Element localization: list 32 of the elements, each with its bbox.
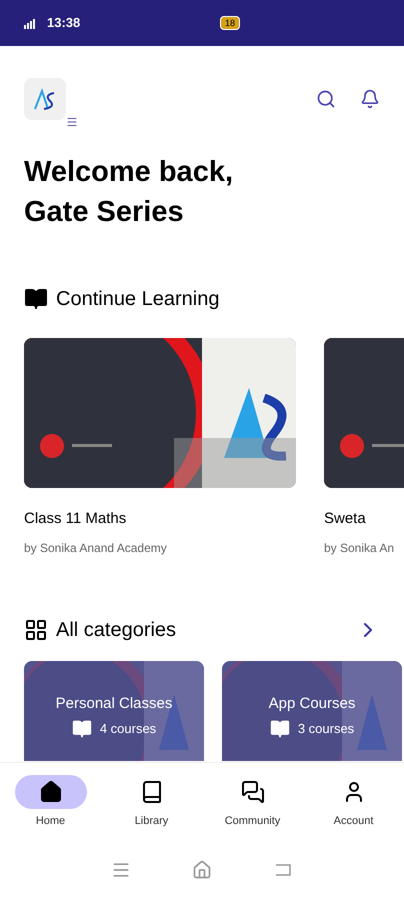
category-name: App Courses bbox=[268, 694, 356, 714]
section-title: Continue Learning bbox=[56, 287, 220, 312]
grid-icon bbox=[24, 618, 48, 642]
book-icon bbox=[270, 719, 290, 739]
search-icon[interactable] bbox=[316, 89, 336, 109]
course-author: by Sonika An bbox=[324, 540, 396, 556]
nav-tab[interactable]: Community bbox=[202, 775, 303, 840]
nav-tab[interactable]: Account bbox=[303, 775, 404, 840]
book-icon bbox=[72, 719, 92, 739]
nav-tab[interactable]: Home bbox=[0, 775, 101, 840]
home-icon bbox=[38, 780, 62, 804]
welcome-heading: Welcome back, bbox=[24, 155, 234, 190]
notification-icon[interactable] bbox=[360, 89, 380, 109]
course-title[interactable]: Class 11 Maths bbox=[24, 508, 296, 530]
community-icon bbox=[240, 780, 264, 804]
section-title: All categories bbox=[56, 618, 178, 642]
course-author: by Sonika Anand Academy bbox=[24, 540, 168, 556]
category-name: Personal Classes bbox=[56, 694, 172, 714]
category-card[interactable]: Personal Classes 4 courses bbox=[24, 660, 204, 760]
home-icon[interactable] bbox=[192, 860, 212, 880]
category-card[interactable]: App Courses 3 courses bbox=[222, 660, 402, 760]
book-icon bbox=[24, 287, 48, 311]
battery-indicator: 18 bbox=[220, 16, 240, 30]
menu-icon[interactable] bbox=[66, 116, 78, 128]
user-name: Gate Series bbox=[24, 195, 185, 230]
course-count: 4 courses bbox=[100, 720, 156, 738]
back-icon[interactable] bbox=[273, 862, 294, 878]
course-title[interactable]: Sweta bbox=[324, 508, 404, 530]
signal-icon bbox=[24, 17, 35, 29]
nav-tab[interactable]: Library bbox=[101, 775, 202, 840]
course-count: 3 courses bbox=[298, 720, 354, 738]
status-time: 13:38 bbox=[47, 14, 80, 32]
